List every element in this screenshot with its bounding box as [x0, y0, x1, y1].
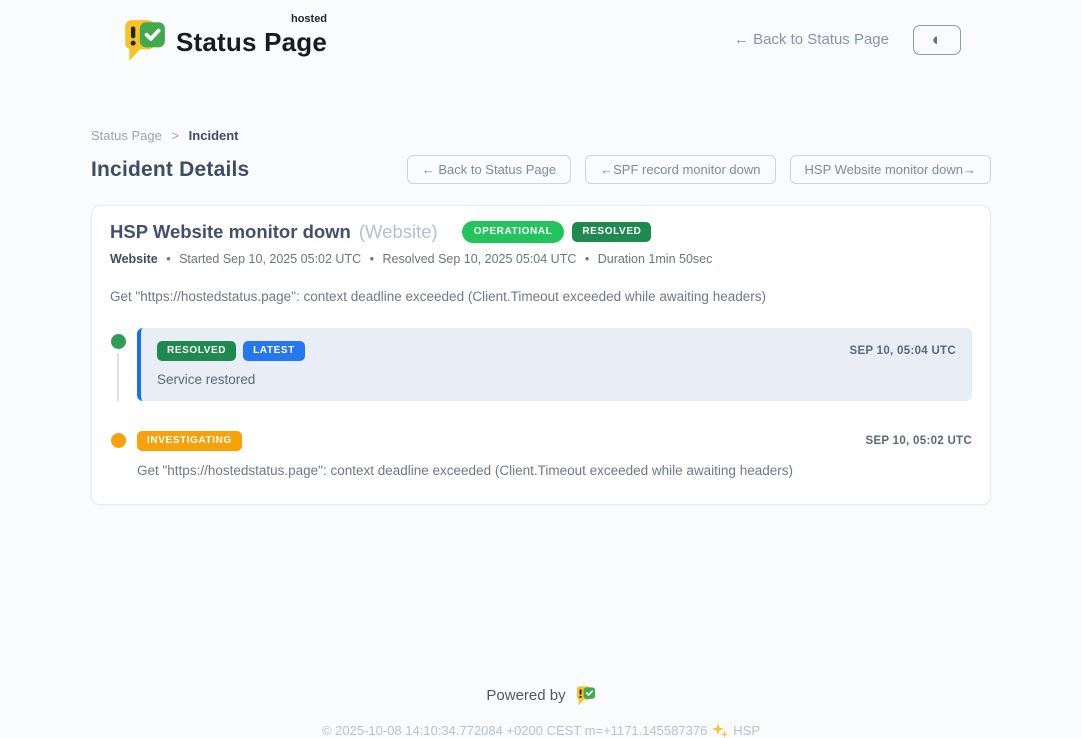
page-title: Incident Details: [91, 158, 249, 182]
timeline-update-head: RESOLVED LATEST SEP 10, 05:04 UTC: [157, 341, 956, 361]
meta-service: Website: [110, 252, 158, 266]
header-back-link[interactable]: ← Back to Status Page: [734, 31, 889, 48]
incident-nav-buttons: ← Back to Status Page ←SPF record monito…: [407, 155, 991, 184]
investigating-badge: INVESTIGATING: [137, 431, 242, 451]
logo-wordmark-wrap: hosted Status Page: [176, 17, 327, 58]
timeline-rail: [110, 328, 126, 401]
resolved-badge: RESOLVED: [157, 341, 236, 361]
copyright-row: © 2025-10-08 14:10:34.772084 +0200 CEST …: [0, 722, 1082, 738]
theme-toggle-button[interactable]: ◐: [913, 25, 961, 55]
timeline-entry-investigating: INVESTIGATING SEP 10, 05:02 UTC Get "htt…: [110, 427, 972, 478]
incident-description: Get "https://hostedstatus.page": context…: [110, 289, 972, 304]
timeline-timestamp: SEP 10, 05:02 UTC: [865, 435, 972, 447]
powered-by-row: Powered by: [0, 685, 1082, 706]
breadcrumb-current: Incident: [189, 128, 239, 143]
timeline-message: Get "https://hostedstatus.page": context…: [137, 463, 972, 478]
meta-duration: Duration 1min 50sec: [598, 252, 713, 266]
resolved-dot-icon: [111, 334, 126, 349]
breadcrumb-root[interactable]: Status Page: [91, 128, 162, 143]
half-circle-icon: ◐: [932, 31, 942, 48]
incident-meta: Website • Started Sep 10, 2025 05:02 UTC…: [110, 252, 972, 266]
status-page-app: { "header": { "logo_text": "Status Page"…: [0, 0, 1082, 737]
incident-timeline: RESOLVED LATEST SEP 10, 05:04 UTC Servic…: [110, 328, 972, 478]
operational-status-badge: OPERATIONAL: [462, 221, 565, 243]
timeline-message: Service restored: [157, 372, 956, 387]
incident-service: (Website): [359, 221, 438, 243]
timeline-update-box: RESOLVED LATEST SEP 10, 05:04 UTC Servic…: [137, 328, 972, 401]
timeline-connector-line: [117, 353, 119, 401]
logo-hosted-label: hosted: [291, 13, 327, 25]
timeline-timestamp: SEP 10, 05:04 UTC: [849, 345, 956, 357]
investigating-dot-icon: [111, 433, 126, 448]
prev-incident-button[interactable]: ←SPF record monitor down: [585, 155, 775, 184]
meta-separator: •: [166, 252, 170, 266]
brand-suffix: HSP: [733, 723, 760, 738]
meta-started: Started Sep 10, 2025 05:02 UTC: [179, 252, 361, 266]
heading-row: Incident Details ← Back to Status Page ←…: [91, 155, 991, 184]
meta-separator: •: [585, 252, 589, 266]
incident-title-row: HSP Website monitor down (Website) OPERA…: [110, 221, 972, 243]
status-page-logo-icon-small[interactable]: [575, 685, 596, 706]
timeline-entry-resolved: RESOLVED LATEST SEP 10, 05:04 UTC Servic…: [110, 328, 972, 427]
copyright-text: © 2025-10-08 14:10:34.772084 +0200 CEST …: [322, 723, 707, 738]
header: hosted Status Page ← Back to Status Page…: [121, 0, 961, 66]
latest-badge: LATEST: [243, 341, 305, 361]
meta-resolved: Resolved Sep 10, 2025 05:04 UTC: [382, 252, 576, 266]
breadcrumb-separator: >: [171, 128, 179, 143]
header-right: ← Back to Status Page ◐: [734, 25, 961, 55]
back-to-status-page-button[interactable]: ← Back to Status Page: [407, 155, 571, 184]
breadcrumb: Status Page > Incident: [91, 128, 991, 143]
status-page-logo-icon: [121, 17, 167, 63]
timeline-badges: RESOLVED LATEST: [157, 341, 305, 361]
logo-wordmark: Status Page: [176, 27, 327, 57]
footer: Powered by © 2025-10-08 14:10:34.772084 …: [0, 685, 1082, 738]
meta-separator: •: [370, 252, 374, 266]
powered-by-label: Powered by: [486, 687, 565, 704]
sparkles-icon: [712, 722, 728, 738]
timeline-badges: INVESTIGATING: [137, 431, 242, 451]
resolved-status-badge: RESOLVED: [572, 222, 651, 242]
logo[interactable]: hosted Status Page: [121, 17, 327, 63]
incident-card: HSP Website monitor down (Website) OPERA…: [91, 205, 991, 505]
next-incident-button[interactable]: HSP Website monitor down→: [790, 155, 991, 184]
main-content: Status Page > Incident Incident Details …: [91, 128, 991, 505]
timeline-rail: [110, 427, 126, 478]
incident-title: HSP Website monitor down: [110, 221, 351, 243]
timeline-update-head: INVESTIGATING SEP 10, 05:02 UTC: [137, 431, 972, 451]
timeline-update-plain: INVESTIGATING SEP 10, 05:02 UTC Get "htt…: [137, 427, 972, 478]
